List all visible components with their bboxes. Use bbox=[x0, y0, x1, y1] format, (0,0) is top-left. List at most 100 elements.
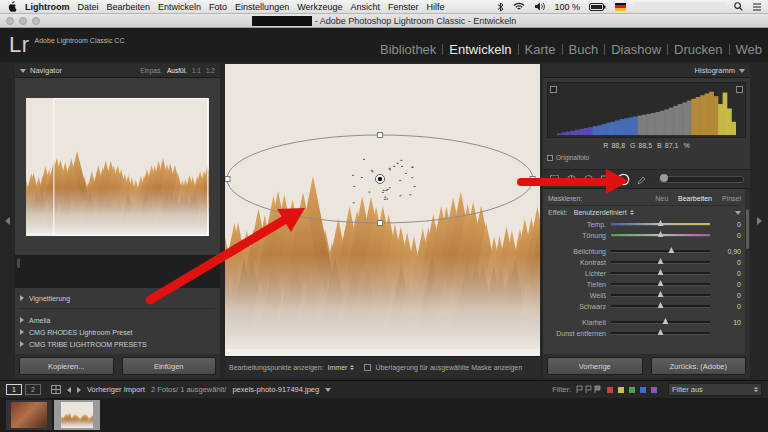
slider-value[interactable]: 0 bbox=[715, 259, 741, 266]
file-menu-icon[interactable] bbox=[325, 388, 331, 392]
mask-handle[interactable] bbox=[378, 133, 383, 138]
radial-mask-outline[interactable] bbox=[227, 135, 533, 223]
slider-value[interactable]: 0 bbox=[715, 270, 741, 277]
photo[interactable] bbox=[225, 64, 540, 356]
filter-dropdown[interactable]: Filter aus bbox=[668, 383, 762, 396]
slider-track[interactable] bbox=[611, 250, 710, 253]
flag-filter-icon[interactable] bbox=[576, 385, 602, 394]
collapse-icon[interactable] bbox=[735, 211, 741, 215]
slider-track[interactable] bbox=[611, 321, 710, 324]
wifi-icon[interactable] bbox=[513, 2, 525, 11]
slider-thumb[interactable] bbox=[658, 302, 664, 308]
menu-item[interactable]: Fenster bbox=[388, 2, 419, 12]
thumbnail[interactable] bbox=[54, 400, 100, 430]
overlay-checkbox[interactable] bbox=[364, 364, 371, 371]
mask-mode[interactable]: Pinsel bbox=[722, 195, 741, 202]
grid-view-icon[interactable] bbox=[51, 385, 61, 394]
slider-track[interactable] bbox=[611, 261, 710, 264]
app-menu[interactable]: Lightroom bbox=[25, 2, 70, 12]
histogram-header[interactable]: Histogramm bbox=[543, 64, 750, 78]
zoom-option[interactable]: 1:1 bbox=[192, 67, 201, 74]
slider-value[interactable]: 10 bbox=[715, 319, 741, 326]
mask-handle[interactable] bbox=[225, 177, 230, 182]
spot-tool[interactable] bbox=[566, 174, 577, 185]
slider-track[interactable] bbox=[611, 294, 710, 297]
navigator-image[interactable] bbox=[26, 98, 209, 236]
battery-icon[interactable] bbox=[589, 3, 606, 11]
color-label-filter[interactable] bbox=[640, 387, 646, 393]
thumbnail[interactable] bbox=[6, 400, 52, 430]
slider-thumb[interactable] bbox=[658, 220, 664, 226]
notifications-icon[interactable] bbox=[752, 3, 762, 11]
preset-folder[interactable]: CMG TRIBE LIGHTROOM PRESETS bbox=[20, 338, 215, 350]
preset-folder[interactable]: CMG RHODES Lightroom Preset bbox=[20, 326, 215, 338]
slider-track[interactable] bbox=[611, 305, 710, 308]
navigator-header[interactable]: NavigatorEinpas.Ausfül.1:11:2 bbox=[15, 64, 220, 78]
mask-mode[interactable]: Neu bbox=[655, 195, 668, 202]
mask-handle[interactable] bbox=[530, 177, 535, 182]
file-name[interactable]: pexels-photo-917494.jpeg bbox=[232, 385, 319, 394]
module-tab[interactable]: Bibliothek bbox=[380, 42, 436, 57]
slider-track[interactable] bbox=[611, 272, 710, 275]
original-checkbox[interactable] bbox=[547, 155, 553, 161]
highlight-clipping-indicator[interactable] bbox=[736, 86, 743, 93]
module-tab[interactable]: Diashow bbox=[611, 42, 661, 57]
apple-icon[interactable] bbox=[8, 1, 17, 12]
slider-value[interactable]: 0 bbox=[715, 292, 741, 299]
module-tab[interactable]: Web bbox=[736, 42, 763, 57]
slider-value[interactable]: 0,90 bbox=[715, 248, 741, 255]
window-button[interactable]: 1 bbox=[6, 384, 22, 395]
window-button[interactable]: 2 bbox=[25, 384, 41, 395]
shadow-clipping-indicator[interactable] bbox=[550, 86, 557, 93]
effect-dropdown[interactable]: Benutzerdefiniert bbox=[574, 209, 634, 216]
color-label-filter[interactable] bbox=[629, 387, 635, 393]
menu-item[interactable]: Bearbeiten bbox=[107, 2, 151, 12]
menu-item[interactable]: Ansicht bbox=[351, 2, 381, 12]
slider-thumb[interactable] bbox=[658, 291, 664, 297]
preset-folder[interactable]: Amelia bbox=[20, 314, 215, 326]
slider-value[interactable]: 0 bbox=[715, 232, 741, 239]
zoom-option[interactable]: 1:2 bbox=[206, 67, 215, 74]
slider-thumb[interactable] bbox=[668, 247, 674, 253]
volume-icon[interactable] bbox=[534, 2, 545, 11]
source-name[interactable]: Vorheriger Import bbox=[87, 385, 145, 394]
menu-item[interactable]: Foto bbox=[209, 2, 227, 12]
module-tab[interactable]: Entwickeln bbox=[449, 42, 511, 57]
module-tab[interactable]: Drucken bbox=[674, 42, 722, 57]
graduated-tool[interactable] bbox=[600, 174, 611, 185]
redeye-tool[interactable] bbox=[583, 174, 594, 185]
zoom-option[interactable]: Einpas. bbox=[140, 67, 162, 74]
color-label-filter[interactable] bbox=[651, 387, 657, 393]
module-tab[interactable]: Buch bbox=[569, 42, 599, 57]
slider-track[interactable] bbox=[611, 223, 710, 226]
slider-thumb[interactable] bbox=[658, 258, 664, 264]
pins-dropdown[interactable]: Immer bbox=[328, 364, 355, 371]
zoom-frame[interactable] bbox=[54, 98, 208, 235]
back-icon[interactable] bbox=[67, 387, 71, 393]
slider-thumb[interactable] bbox=[658, 269, 664, 275]
preset-folder[interactable]: Vignettierung bbox=[20, 292, 215, 309]
slider-thumb[interactable] bbox=[658, 329, 664, 335]
slider-value[interactable]: 0 bbox=[715, 303, 741, 310]
slider-track[interactable] bbox=[611, 283, 710, 286]
original-photo-toggle[interactable]: Originalfoto bbox=[547, 149, 746, 161]
panel-button[interactable]: Einfügen bbox=[122, 357, 217, 375]
menu-item[interactable]: Werkzeuge bbox=[297, 2, 342, 12]
menu-item[interactable]: Datei bbox=[78, 2, 99, 12]
slider-track[interactable] bbox=[611, 332, 710, 335]
slider-value[interactable]: 0 bbox=[715, 221, 741, 228]
panel-button[interactable]: Vorherige bbox=[547, 357, 643, 375]
bluetooth-icon[interactable] bbox=[497, 2, 504, 12]
menu-item[interactable]: Entwickeln bbox=[158, 2, 201, 12]
edit-pin-icon[interactable] bbox=[376, 175, 385, 184]
menu-item[interactable]: Hilfe bbox=[427, 2, 445, 12]
panel-button[interactable]: Kopieren... bbox=[19, 357, 114, 375]
search-icon[interactable] bbox=[734, 2, 743, 11]
slider-track[interactable] bbox=[611, 234, 710, 237]
slider-value[interactable]: 0 bbox=[715, 281, 741, 288]
forest-photo[interactable] bbox=[225, 64, 540, 356]
slider-thumb[interactable] bbox=[658, 231, 664, 237]
scrollbar[interactable] bbox=[745, 189, 750, 354]
slider-thumb[interactable] bbox=[658, 280, 664, 286]
crop-tool[interactable] bbox=[549, 174, 560, 185]
